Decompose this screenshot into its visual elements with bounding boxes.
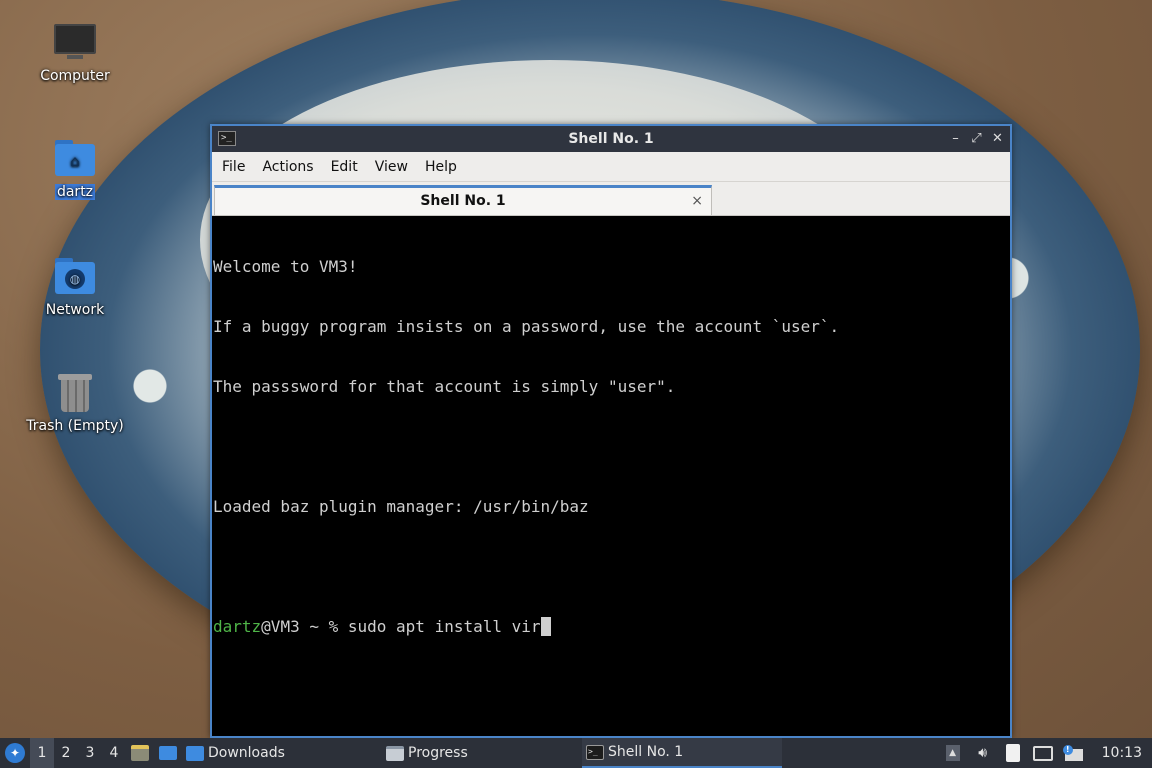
task-label: Downloads xyxy=(208,745,285,761)
computer-icon xyxy=(53,22,97,64)
progress-window-icon xyxy=(386,745,404,761)
task-shell-1[interactable]: >_ Shell No. 1 xyxy=(582,738,782,768)
tab-strip: Shell No. 1 × xyxy=(212,182,1010,216)
chevron-up-icon: ▲ xyxy=(945,745,960,761)
task-progress[interactable]: Progress xyxy=(382,738,582,768)
lubuntu-logo-icon: ✦ xyxy=(5,743,25,763)
menubar: File Actions Edit View Help xyxy=(212,152,1010,182)
terminal-line: Welcome to VM3! xyxy=(213,257,358,276)
terminal-prompt-line[interactable]: dartz@VM3 ~ % sudo apt install vir xyxy=(213,617,1009,637)
task-downloads[interactable]: Downloads xyxy=(182,738,382,768)
trash-icon xyxy=(53,372,97,414)
desktop-icon-computer[interactable]: Computer xyxy=(20,22,130,84)
workspace-4[interactable]: 4 xyxy=(102,738,126,768)
clipboard-icon[interactable] xyxy=(998,738,1028,768)
window-controls: – ⤢ ✕ xyxy=(949,129,1004,149)
terminal-icon: >_ xyxy=(586,744,604,760)
home-folder-icon: ⌂ xyxy=(53,138,97,180)
desktop-icon-label: Network xyxy=(45,302,105,318)
text-cursor xyxy=(540,617,551,636)
minimize-icon[interactable]: – xyxy=(949,129,962,149)
desktop-icon-label: dartz xyxy=(54,184,96,200)
command-input[interactable]: sudo apt install vir xyxy=(348,617,541,636)
workspace-1[interactable]: 1 xyxy=(30,738,54,768)
window-titlebar[interactable]: >_ Shell No. 1 – ⤢ ✕ xyxy=(212,126,1010,152)
network-folder-icon: ◍ xyxy=(53,256,97,298)
desktop-icon-trash[interactable]: Trash (Empty) xyxy=(20,372,130,434)
menu-edit[interactable]: Edit xyxy=(323,152,366,182)
show-desktop-button[interactable] xyxy=(154,738,182,768)
tab-shell-1[interactable]: Shell No. 1 × xyxy=(214,185,712,215)
menu-help[interactable]: Help xyxy=(417,152,465,182)
terminal-app-icon: >_ xyxy=(218,131,236,146)
network-icon[interactable] xyxy=(1028,738,1058,768)
menu-view[interactable]: View xyxy=(367,152,416,182)
tab-label: Shell No. 1 xyxy=(420,193,506,209)
terminal-line: The passsword for that account is simply… xyxy=(213,377,676,396)
task-label: Progress xyxy=(408,745,468,761)
terminal-line: Loaded baz plugin manager: /usr/bin/baz xyxy=(213,497,589,516)
workspace-3[interactable]: 3 xyxy=(78,738,102,768)
tab-close-icon[interactable]: × xyxy=(691,190,703,212)
close-icon[interactable]: ✕ xyxy=(991,129,1004,149)
prompt-host: @VM3 ~ % xyxy=(261,617,348,636)
task-label: Shell No. 1 xyxy=(608,744,684,760)
taskbar: ✦ 1 2 3 4 Downloads Progress >_ Shell No… xyxy=(0,738,1152,768)
desktop-icon-network[interactable]: ◍ Network xyxy=(20,256,130,318)
clock[interactable]: 10:13 xyxy=(1088,745,1152,761)
update-notifier-icon[interactable]: ! xyxy=(1058,738,1088,768)
terminal-line: If a buggy program insists on a password… xyxy=(213,317,840,336)
file-manager-launcher[interactable] xyxy=(126,738,154,768)
menu-actions[interactable]: Actions xyxy=(254,152,321,182)
desktop-icon-home[interactable]: ⌂ dartz xyxy=(20,138,130,200)
maximize-icon[interactable]: ⤢ xyxy=(970,129,983,149)
window-title: Shell No. 1 xyxy=(568,131,654,147)
prompt-user: dartz xyxy=(213,617,262,636)
menu-file[interactable]: File xyxy=(214,152,253,182)
tray-expand-button[interactable]: ▲ xyxy=(938,738,968,768)
folder-icon xyxy=(186,745,204,761)
show-desktop-icon xyxy=(159,746,177,760)
start-menu-button[interactable]: ✦ xyxy=(0,738,30,768)
system-tray: ▲ 🔊︎ ! 10:13 xyxy=(938,738,1152,768)
file-manager-icon xyxy=(131,745,149,761)
terminal-window[interactable]: >_ Shell No. 1 – ⤢ ✕ File Actions Edit V… xyxy=(210,124,1012,738)
workspace-2[interactable]: 2 xyxy=(54,738,78,768)
desktop-icon-label: Trash (Empty) xyxy=(26,418,124,434)
volume-icon[interactable]: 🔊︎ xyxy=(968,738,998,768)
terminal-output[interactable]: Welcome to VM3! If a buggy program insis… xyxy=(212,216,1010,736)
desktop-icon-label: Computer xyxy=(40,68,110,84)
